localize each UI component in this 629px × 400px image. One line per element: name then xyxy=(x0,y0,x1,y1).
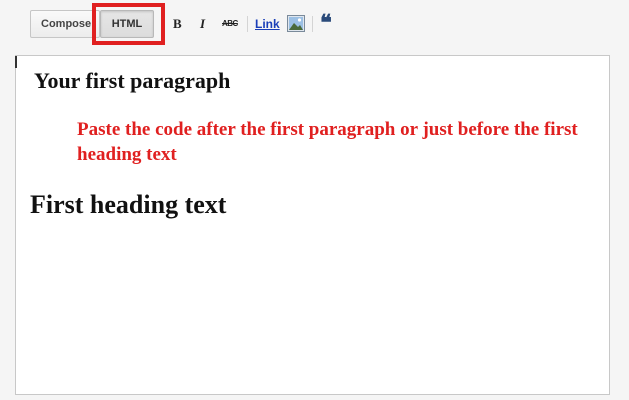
link-button[interactable]: Link xyxy=(255,14,280,34)
quote-button[interactable]: ❝ xyxy=(320,12,332,34)
instruction-note: Paste the code after the first paragraph… xyxy=(77,119,578,165)
html-mode-button[interactable]: HTML xyxy=(100,10,154,38)
strikethrough-button[interactable]: ABC xyxy=(222,14,238,34)
bold-button[interactable]: B xyxy=(173,14,182,34)
editor-toolbar: Compose HTML B I ABC Link ❝ xyxy=(0,0,629,46)
italic-button[interactable]: I xyxy=(200,14,205,34)
insert-image-button[interactable] xyxy=(287,15,305,32)
compose-mode-button[interactable]: Compose xyxy=(30,10,100,38)
text-cursor xyxy=(15,56,17,68)
first-paragraph-text: Your first paragraph xyxy=(34,68,231,93)
blog-post-editor: Compose HTML B I ABC Link ❝ Your first p… xyxy=(0,0,629,400)
toolbar-separator xyxy=(247,16,248,32)
image-icon xyxy=(287,15,305,32)
editor-content-area[interactable]: Your first paragraph Paste the code afte… xyxy=(15,55,610,395)
toolbar-separator xyxy=(312,16,313,32)
first-heading-text: First heading text xyxy=(30,190,227,219)
